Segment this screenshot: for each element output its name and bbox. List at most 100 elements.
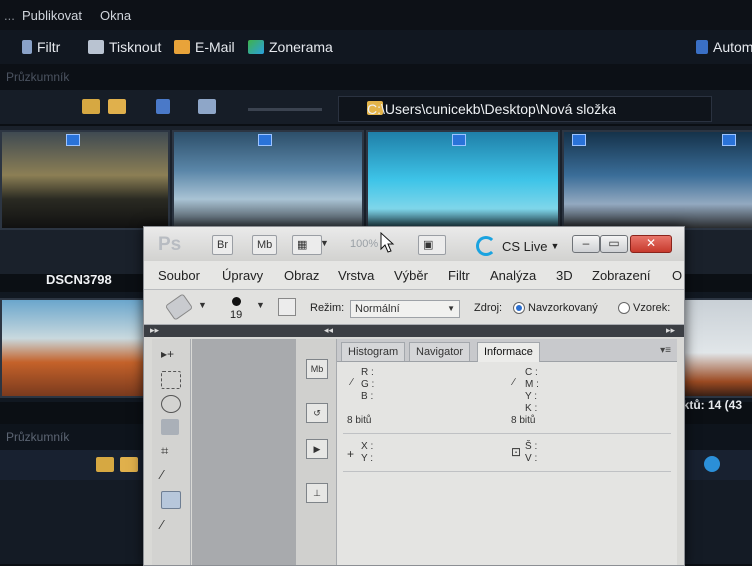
filter-button[interactable]: Filtr [22,38,60,56]
folder-new-icon[interactable] [108,99,126,114]
clone-source-dock-icon[interactable]: ⊥ [306,483,328,503]
history-dock-icon[interactable]: ↺ [306,403,328,423]
crop-tool-icon[interactable]: ⌗ [161,443,179,459]
brush-tool-icon[interactable]: ∕ [161,517,179,533]
menu-okna[interactable]: Okna [100,8,131,23]
panel-tabs: Histogram Navigator Informace ▾≡ [337,339,677,362]
chevron-down-icon: ▼ [447,304,455,313]
filter-label: Filtr [37,39,61,55]
canvas-area[interactable] [192,339,296,565]
selection-size-icon: ⊡ [511,445,522,459]
collapse-icon[interactable]: ▸▸ [150,325,159,336]
view-extras-button[interactable]: ▦ [292,235,322,255]
menu-3d[interactable]: 3D [556,268,573,283]
source-pattern-radio[interactable] [618,302,630,314]
tab-informace[interactable]: Informace [477,342,540,362]
bridge-toolbar: Filtr Tisknout E-Mail Zonerama Autom [0,30,752,64]
cs-live-button[interactable]: CS Live ▼ [476,236,559,256]
info-g: G : [361,379,375,390]
menu-analyza[interactable]: Analýza [490,268,536,283]
ps-logo: Ps [158,234,182,255]
quick-select-icon[interactable] [161,419,179,435]
info-bits-right: 8 bitů [511,415,536,426]
crosshair-icon: + [347,447,355,461]
marquee-tool-icon[interactable] [161,371,181,389]
zonerama-button[interactable]: Zonerama [248,38,333,56]
path-input[interactable]: C:\Users\cunicekb\Desktop\Nová složka [338,96,712,122]
zoom-level[interactable]: 100% [350,238,378,250]
flag-icon [572,134,586,146]
menu-upravy[interactable]: Úpravy [222,268,263,283]
sort-icon[interactable] [156,99,170,114]
ps-options-bar: ▼ 19 ▼ Režim: Normální ▼ Zdroj: Navzorko… [144,290,684,325]
panel-collapse-strip[interactable]: ▸▸ ◂◂ ▸▸ [144,325,684,337]
refresh-icon[interactable] [704,456,720,472]
thumbnail-field[interactable] [680,298,752,398]
close-icon: ✕ [645,236,657,250]
arrange-documents-button[interactable]: ▣ [418,235,446,255]
tab-histogram[interactable]: Histogram [341,342,406,361]
healing-brush-tool-icon[interactable] [161,491,181,509]
close-button[interactable]: ✕ [630,235,672,253]
eyedropper-tool-icon[interactable]: ∕ [161,467,179,483]
tools-panel: ▸+ ⌗ ∕ ∕ [152,339,191,565]
thumbnail-size-slider[interactable] [248,108,322,111]
envelope-icon [174,40,190,54]
info-bits-left: 8 bitů [347,415,372,426]
actions-dock-icon[interactable]: ▶ [306,439,328,459]
path-text: C:\Users\cunicekb\Desktop\Nová složka [367,101,616,117]
thumbnail-blue-horizon[interactable] [562,130,752,230]
view-grid-icon[interactable] [198,99,216,114]
info-y: Y : [525,391,538,402]
thumbnail-trees-sky[interactable] [172,130,364,230]
maximize-button[interactable]: ▭ [600,235,628,253]
menu-soubor[interactable]: Soubor [158,268,200,283]
print-button[interactable]: Tisknout [88,38,161,56]
auto-button[interactable]: Autom [696,38,752,56]
menu-obraz[interactable]: Obraz [284,268,319,283]
email-label: E-Mail [195,39,235,55]
flag-icon [722,134,736,146]
collapse-icon[interactable]: ◂◂ [324,325,333,336]
folder-up-icon[interactable] [82,99,100,114]
menu-vyber[interactable]: Výběr [394,268,428,283]
menu-vrstva[interactable]: Vrstva [338,268,374,283]
chevron-down-icon[interactable]: ▼ [256,300,265,310]
menu-publikovat[interactable]: Publikovat [22,8,82,23]
panel-menu-icon[interactable]: ▾≡ [660,345,671,356]
chevron-down-icon[interactable]: ▼ [320,238,329,248]
thumbnail-dusk[interactable] [0,130,170,230]
minimize-button[interactable]: – [572,235,600,253]
email-button[interactable]: E-Mail [174,38,235,56]
minibridge-button[interactable]: Mb [252,235,278,255]
menu-okno-partial[interactable]: O [672,268,682,283]
info-b: B : [361,391,374,402]
printer-icon [88,40,104,54]
chevron-down-icon[interactable]: ▼ [198,300,207,310]
mode-select[interactable]: Normální ▼ [350,300,460,318]
menu-zobrazeni[interactable]: Zobrazení [592,268,651,283]
cs-live-icon [476,236,496,256]
ps-titlebar: Ps Br Mb ▦ ▼ 100% ▣ CS Live ▼ – ▭ ✕ [144,227,684,261]
info-height: V : [525,453,538,464]
folder-up-icon[interactable] [96,457,114,472]
menu-partial[interactable]: ... [4,8,15,23]
folder-new-icon[interactable] [120,457,138,472]
source-sampled-radio[interactable] [513,302,525,314]
thumbnail-cyan-sky[interactable] [366,130,560,230]
healing-brush-icon[interactable] [164,293,194,321]
thumbnail-autumn[interactable] [0,298,150,398]
source-sampled-label: Navzorkovaný [528,302,598,314]
bridge-launch-button[interactable]: Br [212,235,233,255]
stamp-settings-icon[interactable] [278,298,296,316]
photoshop-window: Ps Br Mb ▦ ▼ 100% ▣ CS Live ▼ – ▭ ✕ Soub… [143,226,685,566]
move-tool-icon[interactable]: ▸+ [161,347,179,363]
minibridge-dock-icon[interactable]: Mb [306,359,328,379]
zonerama-label: Zonerama [269,39,333,55]
expand-icon[interactable]: ▸▸ [666,325,675,336]
brush-preview-icon[interactable] [232,297,241,306]
lasso-tool-icon[interactable] [161,395,181,413]
menu-filtr[interactable]: Filtr [448,268,470,283]
thumbnail-label: DSCN3798 [46,272,112,287]
tab-navigator[interactable]: Navigator [409,342,471,361]
